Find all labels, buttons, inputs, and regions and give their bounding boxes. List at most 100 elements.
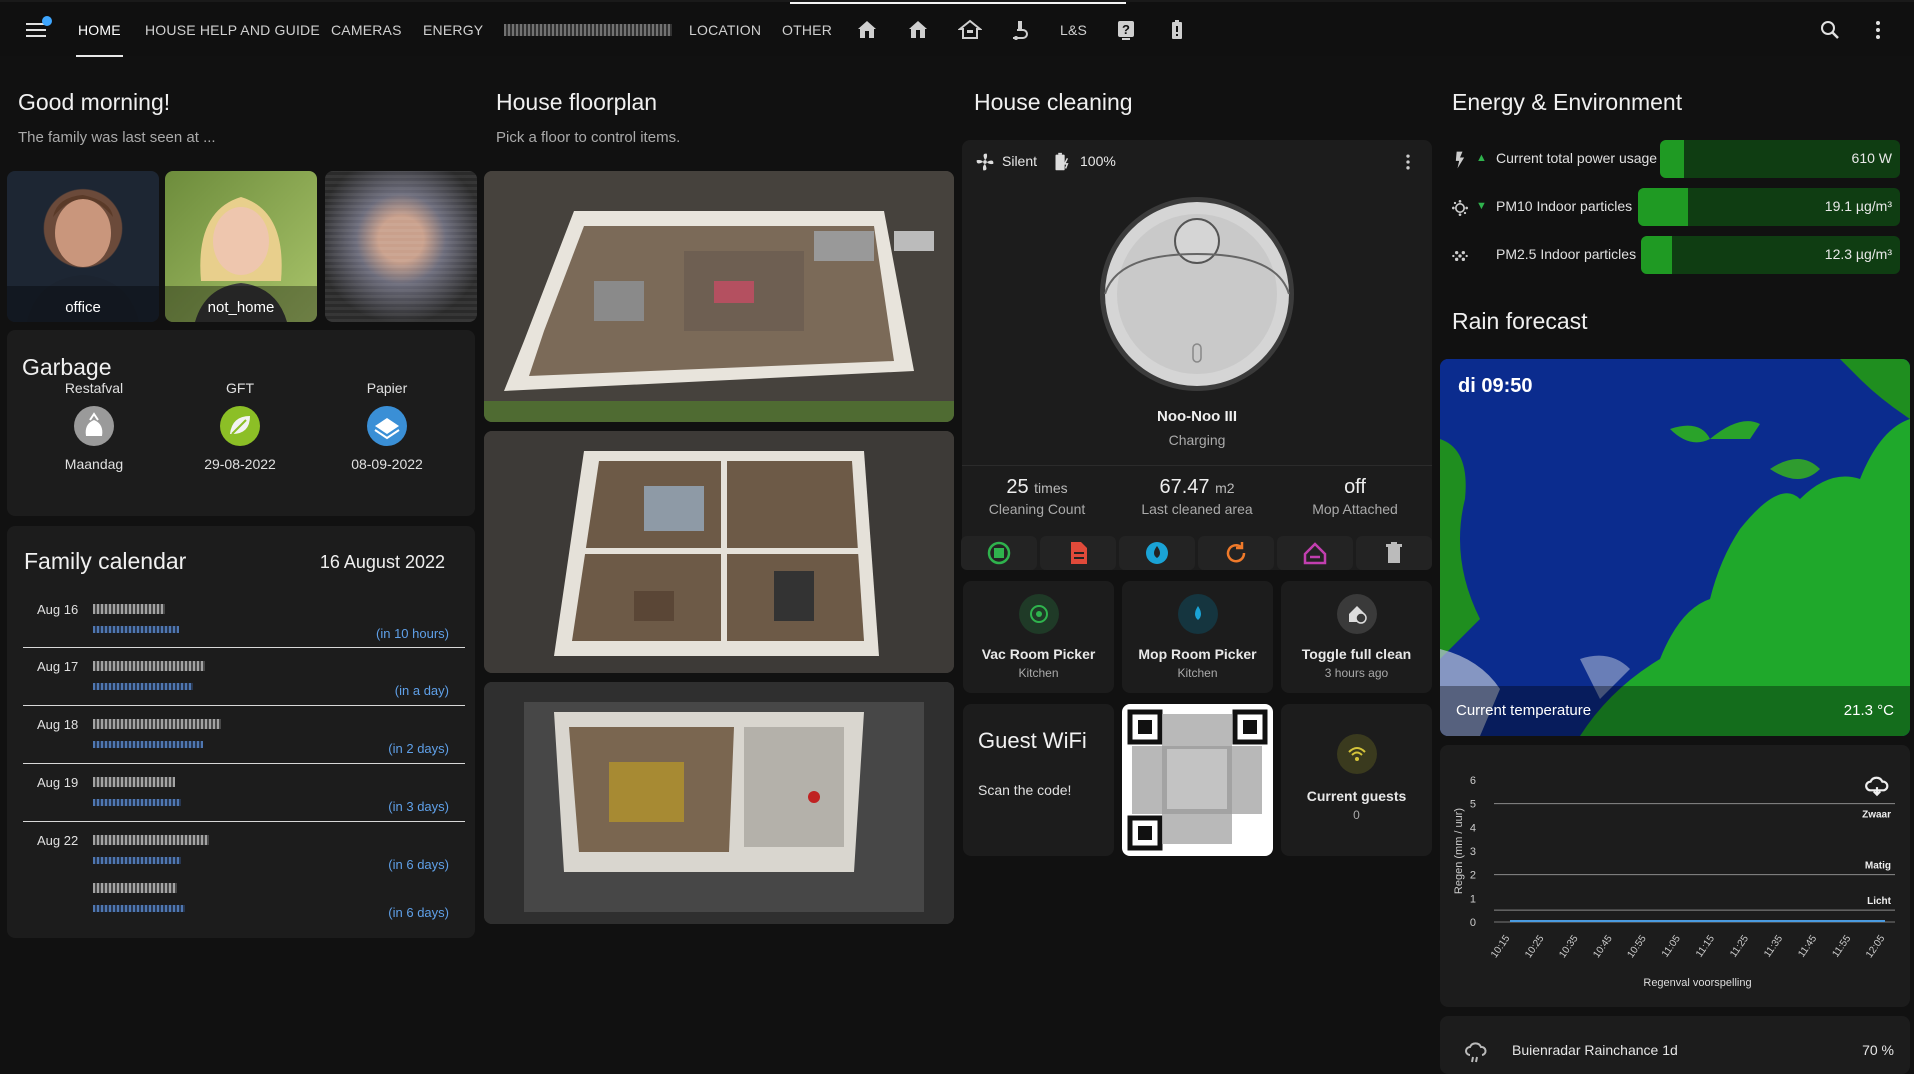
home-floor-1-icon[interactable] [855,18,879,42]
pm10-row[interactable]: ▼ PM10 Indoor particles 19.1 µg/m³ [1450,188,1900,228]
vacuum-name: Noo-Noo III [1157,408,1237,425]
tab-l-and-s[interactable]: L&S [1060,2,1087,58]
bar-fill [1638,188,1688,226]
person-card-1[interactable]: office [7,171,159,322]
person-2-location: not_home [165,286,317,322]
bar-fill [1660,140,1684,178]
flash-icon [1455,151,1465,169]
toggle-full-clean-tile[interactable]: Toggle full clean 3 hours ago [1281,581,1432,693]
radar-map-image [1440,359,1910,736]
mop-water-button[interactable] [1119,536,1195,570]
battery-level: 100% [1080,153,1116,169]
calendar-title: Family calendar [24,548,187,574]
person-card-2[interactable]: not_home [165,171,317,322]
event-relative-time: (in a day) [394,683,449,698]
energy-label: Current total power usage [1496,150,1658,166]
power-usage-row[interactable]: ▲ Current total power usage 610 W [1450,140,1900,180]
calendar-event[interactable]: Aug 17 (in a day) [23,649,465,706]
y-tick-label: 5 [1470,799,1476,811]
vacuum-more-icon[interactable] [1398,152,1418,172]
tab-location[interactable]: LOCATION [689,2,761,58]
rainchance-row[interactable]: Buienradar Rainchance 1d 70 % [1440,1016,1910,1074]
ground-floor-image [484,171,954,422]
event-title-blurred [93,661,205,671]
fan-speed[interactable]: Silent [1002,153,1037,169]
threshold-label: Zwaar [1862,810,1891,821]
robot-vacuum-image [1100,197,1294,391]
notification-dot [42,16,52,26]
event-title-blurred [93,883,177,893]
y-axis-label: Regen (mm / uur) [1453,808,1465,894]
cleaning-title: House cleaning [974,89,1133,115]
threshold-label: Licht [1867,896,1892,907]
garbage-item-papier: Papier 08-09-2022 [317,380,457,472]
mop-room-picker-tile[interactable]: Mop Room Picker Kitchen [1122,581,1273,693]
floorplan-first-floor[interactable] [484,431,954,673]
rain-title: Rain forecast [1452,308,1588,334]
calendar-event-group[interactable]: Aug 22 (in 6 days) (in 6 days) [23,823,465,923]
help-icon[interactable]: ? [1114,18,1138,42]
event-title-blurred [93,719,221,729]
stat-cleaning-count: 25 times Cleaning Count [988,476,1086,517]
repeat-button[interactable] [1198,536,1274,570]
person-card-3[interactable] [325,171,477,322]
x-tick-label: 11:15 [1694,933,1717,960]
family-calendar-card: Family calendar 16 August 2022 Aug 16 (i… [7,526,475,938]
event-date: Aug 16 [37,602,79,617]
tile-subtitle: 3 hours ago [1324,666,1389,680]
event-date: Aug 19 [37,775,79,790]
tab-other[interactable]: OTHER [782,2,832,58]
floorplan-ground-floor[interactable] [484,171,954,422]
tab-home[interactable]: HOME [76,2,123,58]
home-clock-icon [1336,594,1377,634]
calendar-event[interactable]: Aug 16 (in 10 hours) [23,592,465,648]
delete-button[interactable] [1356,536,1432,570]
start-button[interactable] [961,536,1037,570]
garbage-date: 29-08-2022 [204,456,276,472]
wifi-qr-code[interactable] [1122,704,1273,856]
search-icon[interactable] [1818,18,1842,42]
x-tick-label: 10:45 [1591,933,1615,960]
event-relative-time: (in 6 days) [388,857,449,872]
energy-title: Energy & Environment [1452,89,1683,115]
energy-label: PM10 Indoor particles [1496,198,1633,214]
report-button[interactable] [1040,536,1116,570]
tile-title: Current guests [1306,788,1407,804]
garbage-date: Maandag [64,456,124,472]
tab-cameras[interactable]: CAMERAS [331,2,402,58]
power-usage-bar: 610 W [1660,140,1900,178]
return-home-button[interactable] [1277,536,1353,570]
garbage-title: Garbage [22,354,112,380]
particles-icon [1452,200,1468,216]
event-location-blurred [93,857,181,864]
tab-house-help-and-guide[interactable]: HOUSE HELP AND GUIDE [145,2,320,58]
calendar-event[interactable]: Aug 18 (in 2 days) [23,707,465,764]
battery-alert-icon[interactable] [1165,18,1189,42]
more-vertical-icon[interactable] [1866,18,1890,42]
floorplan-attic[interactable] [484,682,954,924]
rain-chart-card: 0 1 2 3 4 5 6 Zwaar Matig Licht 10:15 10:25 10:35 10:… [1440,745,1910,1007]
robot-vacuum-icon[interactable] [1009,18,1033,42]
home-floor-2-icon[interactable] [906,18,930,42]
home-attic-icon[interactable] [958,18,982,42]
tab-blurred[interactable] [504,24,672,36]
garbage-card: Garbage Restafval Maandag GFT 29-08-2022… [7,330,475,516]
x-tick-label: 11:45 [1796,933,1819,960]
tab-energy[interactable]: ENERGY [423,2,483,58]
bar-fill [1641,236,1673,274]
y-tick-label: 6 [1470,775,1476,787]
x-tick-label: 10:55 [1625,933,1649,960]
stat-mop-attached: off Mop Attached [1312,476,1398,517]
current-guests-tile[interactable]: Current guests 0 [1281,704,1432,856]
event-title-blurred [93,604,165,614]
rain-radar-map[interactable]: di 09:50 Current temperature 21.3 °C [1440,359,1910,736]
trend-up-icon: ▲ [1476,152,1487,164]
event-relative-time: (in 3 days) [388,799,449,814]
attic-image [484,682,954,924]
rainchance-value: 70 % [1862,1042,1894,1058]
rainchance-label: Buienradar Rainchance 1d [1512,1042,1678,1058]
calendar-event[interactable]: Aug 19 (in 3 days) [23,765,465,822]
vac-room-picker-tile[interactable]: Vac Room Picker Kitchen [963,581,1114,693]
top-app-bar: HOME HOUSE HELP AND GUIDE CAMERAS ENERGY… [0,0,1914,58]
pm25-row[interactable]: PM2.5 Indoor particles 12.3 µg/m³ [1450,236,1900,276]
